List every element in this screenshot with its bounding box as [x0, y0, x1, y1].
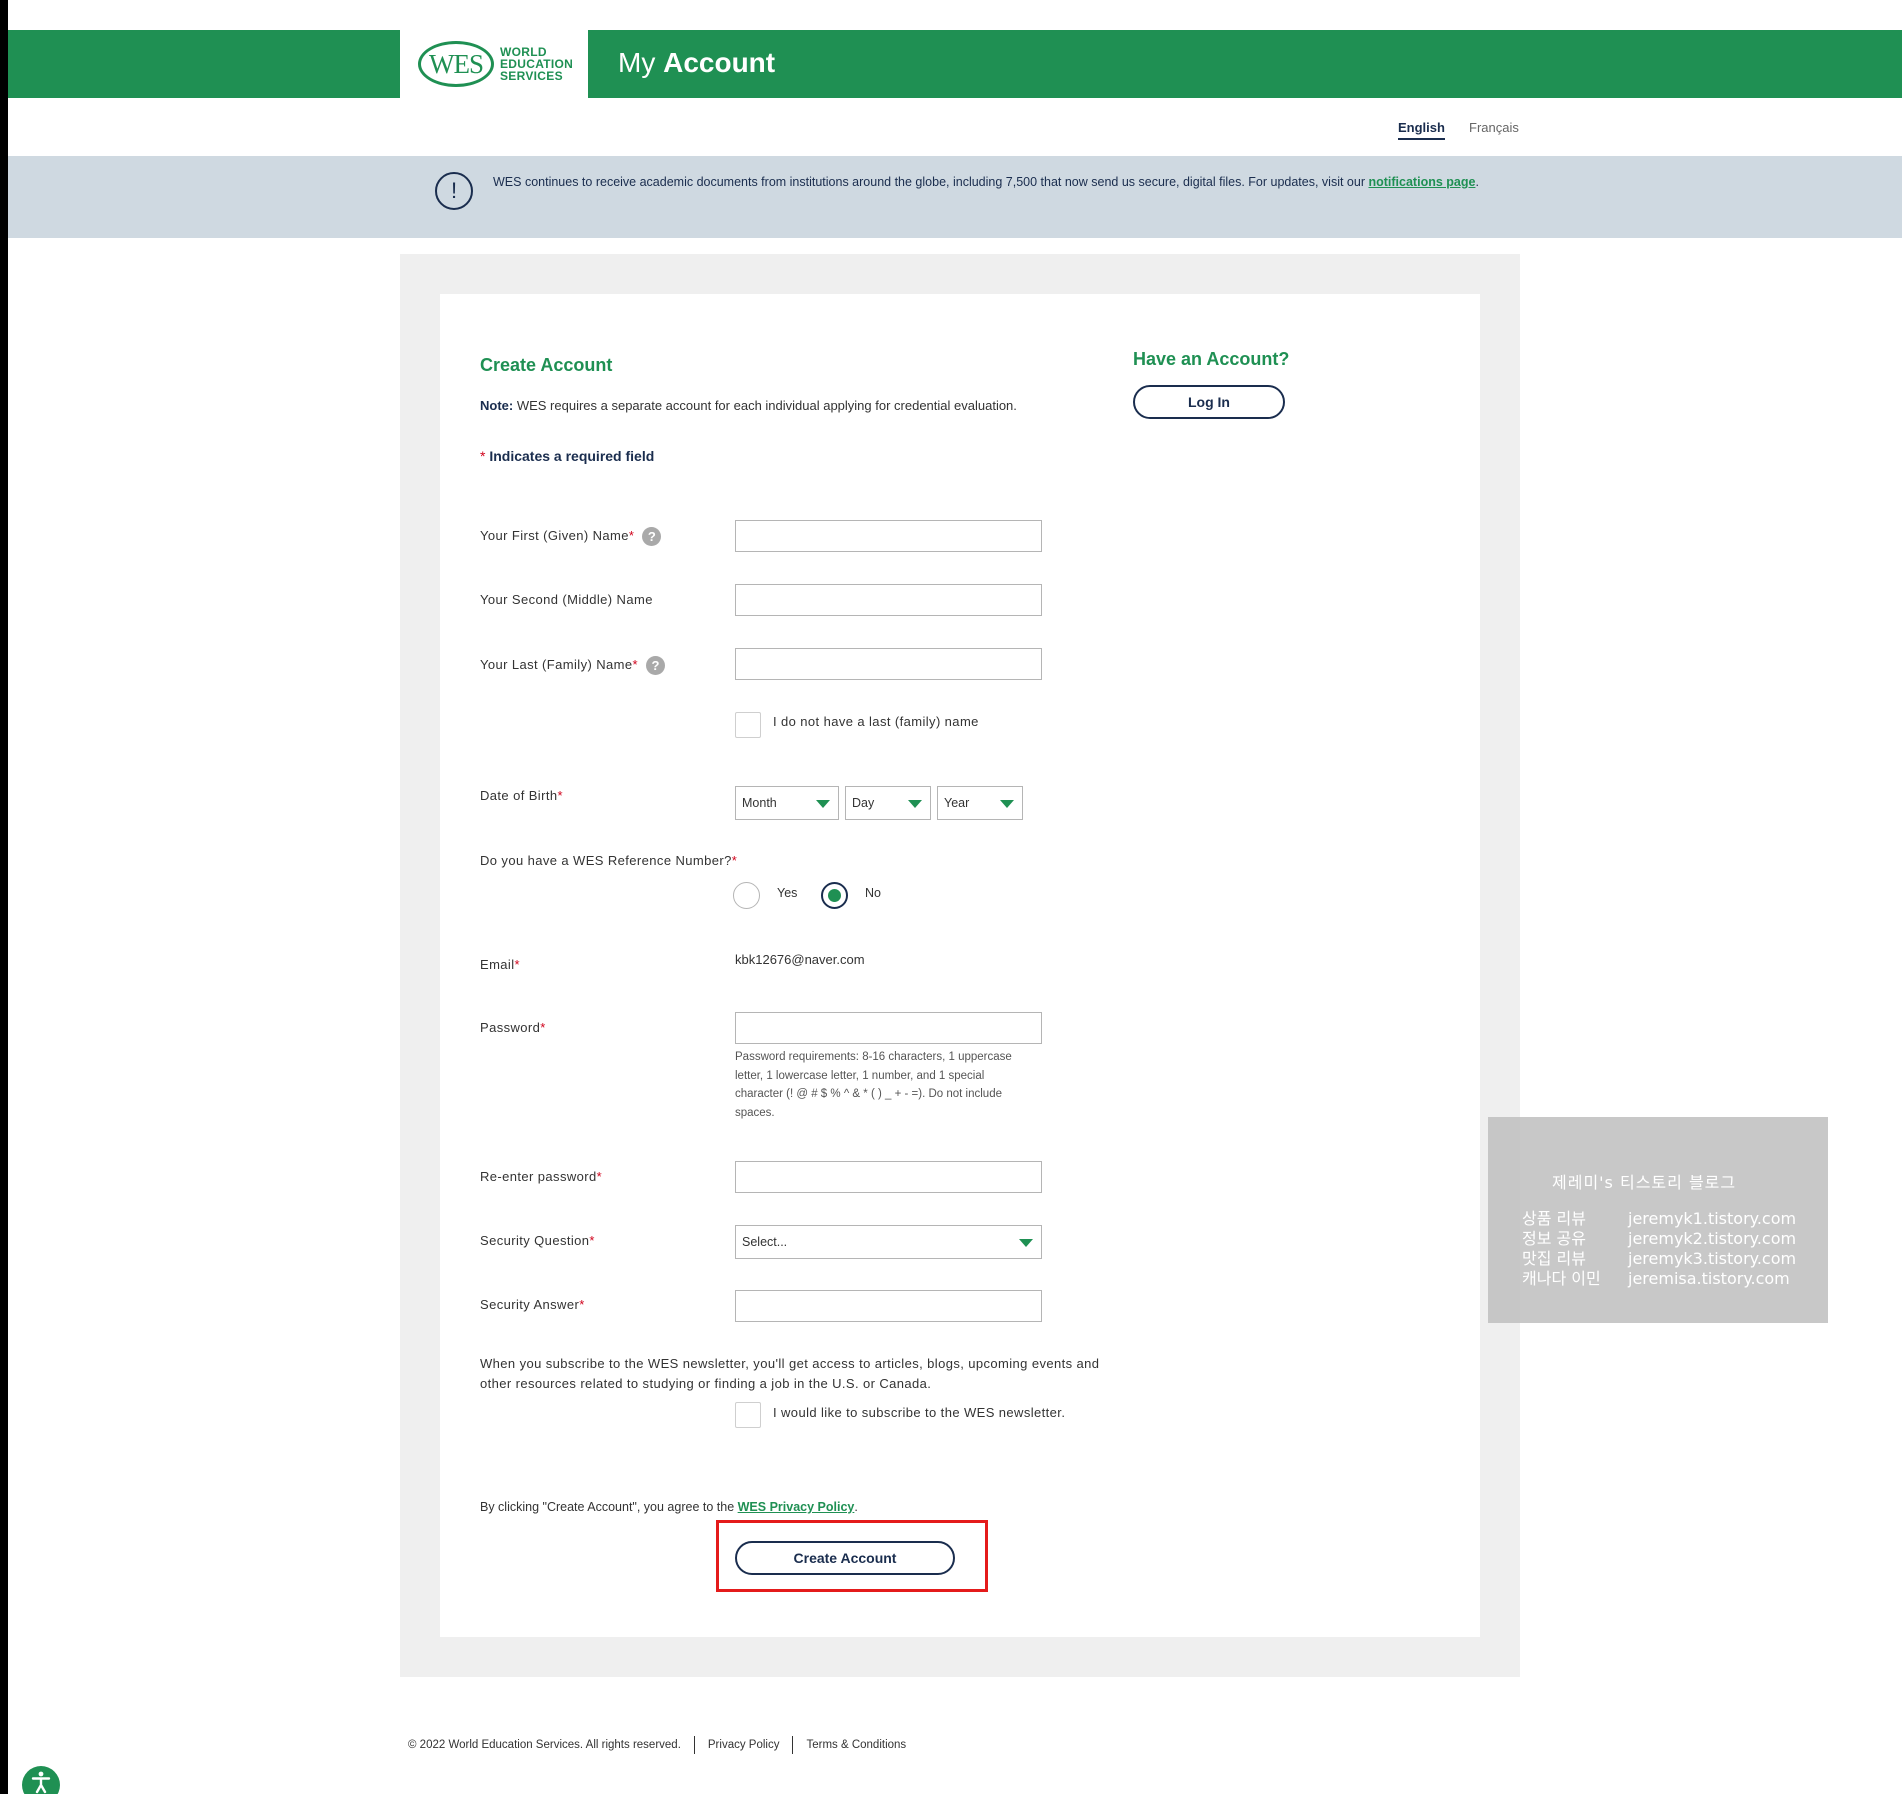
login-button[interactable]: Log In — [1133, 385, 1285, 419]
logo-mark: WES — [418, 41, 494, 87]
newsletter-checkbox[interactable] — [735, 1402, 761, 1428]
logo-wordmark: WORLD EDUCATION SERVICES — [500, 45, 574, 83]
newsletter-description: When you subscribe to the WES newsletter… — [480, 1356, 1100, 1391]
middle-name-label: Your Second (Middle) Name — [480, 592, 653, 607]
window-edge — [0, 0, 8, 1794]
password-input[interactable] — [735, 1012, 1042, 1044]
footer-divider — [693, 1736, 695, 1754]
security-answer-label: Security Answer* — [480, 1297, 585, 1312]
password-label: Password* — [480, 1020, 546, 1035]
middle-name-input[interactable] — [735, 584, 1042, 616]
language-french-link[interactable]: Français — [1469, 120, 1519, 135]
notifications-page-link[interactable]: notifications page — [1368, 175, 1475, 189]
no-last-name-label: I do not have a last (family) name — [773, 714, 979, 729]
reference-no-label: No — [865, 886, 881, 900]
reference-yes-label: Yes — [777, 886, 798, 900]
exclamation-circle-icon: ! — [435, 172, 473, 210]
privacy-agreement: By clicking "Create Account", you agree … — [480, 1500, 858, 1514]
question-circle-icon[interactable]: ? — [642, 527, 662, 546]
notice-text: WES continues to receive academic docume… — [493, 175, 1479, 189]
caret-down-icon — [1019, 1239, 1033, 1247]
date-of-birth-label: Date of Birth* — [480, 788, 563, 803]
watermark-row: 캐나다 이민 jeremisa.tistory.com — [1522, 1269, 1790, 1288]
wes-logo[interactable]: WES WORLD EDUCATION SERVICES — [400, 30, 588, 98]
question-circle-icon[interactable]: ? — [645, 656, 665, 675]
password-requirements: Password requirements: 8-16 characters, … — [735, 1051, 1012, 1119]
form-inner-panel — [440, 294, 1480, 1637]
language-english-link[interactable]: English — [1398, 120, 1445, 140]
site-footer: © 2022 World Education Services. All rig… — [408, 1736, 906, 1754]
copyright: © 2022 World Education Services. All rig… — [408, 1739, 681, 1751]
create-account-heading: Create Account — [480, 355, 613, 375]
first-name-input[interactable] — [735, 520, 1042, 552]
caret-down-icon — [816, 800, 830, 808]
required-field-note: * Indicates a required field — [480, 448, 655, 464]
reference-no-radio[interactable] — [821, 882, 848, 909]
no-last-name-checkbox[interactable] — [735, 712, 761, 738]
dob-month-select[interactable]: Month — [735, 786, 839, 820]
last-name-label: Your Last (Family) Name*? — [480, 656, 665, 675]
security-question-label: Security Question* — [480, 1233, 595, 1248]
reference-number-question: Do you have a WES Reference Number?* — [480, 853, 738, 868]
blog-watermark: 제레미's 티스토리 블로그 상품 리뷰 jeremyk1.tistory.com… — [1488, 1117, 1828, 1323]
security-question-select[interactable]: Select... — [735, 1225, 1042, 1259]
footer-divider — [792, 1736, 794, 1754]
first-name-label: Your First (Given) Name*? — [480, 527, 662, 546]
account-note: Note: WES requires a separate account fo… — [480, 398, 1017, 413]
page-title: My Account — [618, 47, 776, 78]
footer-privacy-link[interactable]: Privacy Policy — [708, 1739, 780, 1751]
create-account-button[interactable]: Create Account — [735, 1541, 955, 1575]
email-value: kbk12676@naver.com — [735, 952, 865, 967]
dob-day-select[interactable]: Day — [845, 786, 931, 820]
last-name-input[interactable] — [735, 648, 1042, 680]
caret-down-icon — [1000, 800, 1014, 808]
footer-terms-link[interactable]: Terms & Conditions — [806, 1739, 906, 1751]
accessibility-figure — [31, 1771, 51, 1794]
accessibility-icon[interactable] — [22, 1766, 60, 1794]
notice-banner: ! WES continues to receive academic docu… — [8, 156, 1902, 238]
watermark-title: 제레미's 티스토리 블로그 — [1552, 1173, 1737, 1192]
security-answer-input[interactable] — [735, 1290, 1042, 1322]
dob-year-select[interactable]: Year — [937, 786, 1023, 820]
newsletter-checkbox-label: I would like to subscribe to the WES new… — [773, 1405, 1066, 1420]
reference-yes-radio[interactable] — [733, 882, 760, 909]
reenter-password-label: Re-enter password* — [480, 1169, 603, 1184]
reenter-password-input[interactable] — [735, 1161, 1042, 1193]
caret-down-icon — [908, 800, 922, 808]
privacy-policy-link[interactable]: WES Privacy Policy — [738, 1500, 855, 1514]
have-account-heading: Have an Account? — [1133, 349, 1290, 369]
email-label: Email* — [480, 957, 520, 972]
site-header: WES WORLD EDUCATION SERVICES My Account — [8, 30, 1902, 98]
